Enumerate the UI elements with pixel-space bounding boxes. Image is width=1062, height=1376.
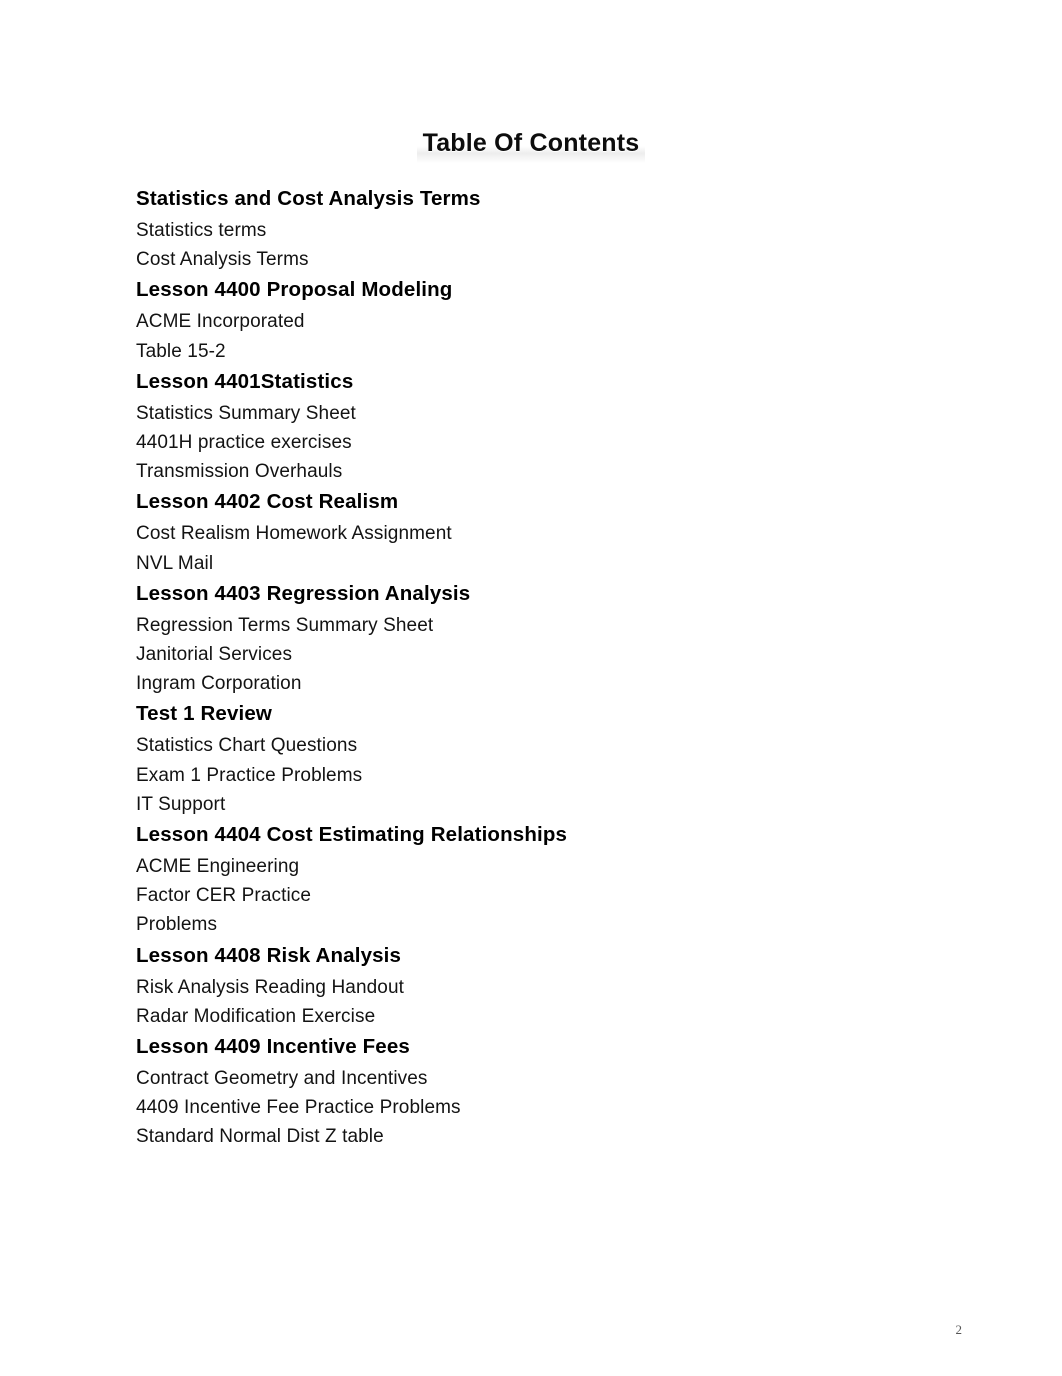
toc-entry[interactable]: Problems: [136, 910, 896, 939]
toc-section: Statistics and Cost Analysis Terms Statis…: [136, 186, 896, 274]
toc-entry[interactable]: Radar Modification Exercise: [136, 1002, 896, 1031]
page-title-container: Table Of Contents: [0, 128, 1062, 163]
toc-section-heading[interactable]: Lesson 4404 Cost Estimating Relationship…: [136, 822, 896, 848]
toc-entry-list: Statistics Summary Sheet 4401H practice e…: [136, 399, 896, 487]
toc-entry-list: Cost Realism Homework Assignment NVL Mail: [136, 519, 896, 577]
toc-section-heading[interactable]: Statistics and Cost Analysis Terms: [136, 186, 896, 212]
toc-entry-list: Regression Terms Summary Sheet Janitorial…: [136, 611, 896, 699]
toc-entry[interactable]: ACME Engineering: [136, 852, 896, 881]
toc-entry-list: ACME Engineering Factor CER Practice Probl…: [136, 852, 896, 940]
toc-entry-list: Statistics Chart Questions Exam 1 Practic…: [136, 731, 896, 819]
document-page: Table Of Contents Statistics and Cost An…: [0, 0, 1062, 1376]
toc-entry[interactable]: Statistics terms: [136, 216, 896, 245]
toc-entry[interactable]: Risk Analysis Reading Handout: [136, 973, 896, 1002]
toc-section-heading[interactable]: Lesson 4402 Cost Realism: [136, 489, 896, 515]
page-number: 2: [955, 1322, 963, 1337]
toc-entry[interactable]: ACME Incorporated: [136, 307, 896, 336]
toc-entry[interactable]: Table 15-2: [136, 337, 896, 366]
toc-section: Lesson 4409 Incentive Fees Contract Geome…: [136, 1034, 896, 1152]
toc-entry[interactable]: Regression Terms Summary Sheet: [136, 611, 896, 640]
toc-entry[interactable]: Transmission Overhauls: [136, 457, 896, 486]
toc-entry[interactable]: Janitorial Services: [136, 640, 896, 669]
toc-section: Lesson 4402 Cost Realism Cost Realism Hom…: [136, 489, 896, 577]
toc-section-heading[interactable]: Lesson 4408 Risk Analysis: [136, 943, 896, 969]
toc-entry[interactable]: Cost Analysis Terms: [136, 245, 896, 274]
toc-section: Lesson 4404 Cost Estimating Relationship…: [136, 822, 896, 940]
toc-entry[interactable]: 4401H practice exercises: [136, 428, 896, 457]
toc-section-heading[interactable]: Lesson 4400 Proposal Modeling: [136, 277, 896, 303]
toc-entry[interactable]: Ingram Corporation: [136, 669, 896, 698]
toc-section-heading[interactable]: Lesson 4403 Regression Analysis: [136, 581, 896, 607]
toc-entry-list: ACME Incorporated Table 15-2: [136, 307, 896, 365]
toc-entry[interactable]: NVL Mail: [136, 549, 896, 578]
table-of-contents: Statistics and Cost Analysis Terms Statis…: [136, 186, 896, 1153]
toc-section: Lesson 4403 Regression Analysis Regressio…: [136, 581, 896, 699]
toc-section: Test 1 Review Statistics Chart Questions E…: [136, 701, 896, 819]
toc-entry[interactable]: Factor CER Practice: [136, 881, 896, 910]
toc-entry[interactable]: Standard Normal Dist Z table: [136, 1122, 896, 1151]
toc-entry-list: Statistics terms Cost Analysis Terms: [136, 216, 896, 274]
toc-section: Lesson 4401Statistics Statistics Summary …: [136, 369, 896, 487]
toc-section-heading[interactable]: Lesson 4401Statistics: [136, 369, 896, 395]
toc-section: Lesson 4408 Risk Analysis Risk Analysis R…: [136, 943, 896, 1031]
toc-entry[interactable]: Exam 1 Practice Problems: [136, 761, 896, 790]
toc-entry[interactable]: 4409 Incentive Fee Practice Problems: [136, 1093, 896, 1122]
toc-section: Lesson 4400 Proposal Modeling ACME Incorp…: [136, 277, 896, 365]
toc-entry-list: Risk Analysis Reading Handout Radar Modif…: [136, 973, 896, 1031]
page-title: Table Of Contents: [416, 128, 646, 163]
toc-entry[interactable]: Statistics Summary Sheet: [136, 399, 896, 428]
toc-section-heading[interactable]: Test 1 Review: [136, 701, 896, 727]
toc-section-heading[interactable]: Lesson 4409 Incentive Fees: [136, 1034, 896, 1060]
toc-entry[interactable]: Cost Realism Homework Assignment: [136, 519, 896, 548]
toc-entry[interactable]: Contract Geometry and Incentives: [136, 1064, 896, 1093]
toc-entry[interactable]: Statistics Chart Questions: [136, 731, 896, 760]
toc-entry[interactable]: IT Support: [136, 790, 896, 819]
toc-entry-list: Contract Geometry and Incentives 4409 Inc…: [136, 1064, 896, 1152]
